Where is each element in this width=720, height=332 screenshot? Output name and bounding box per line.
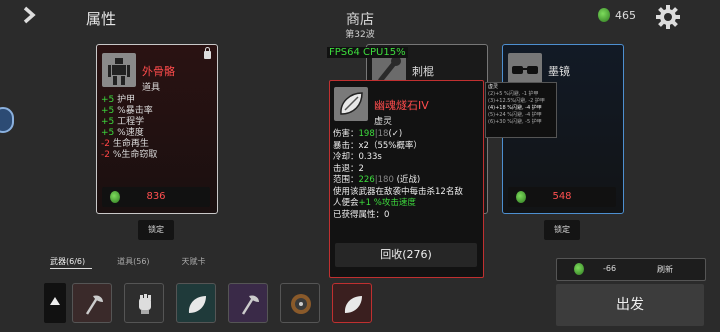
side-toggle-button[interactable]: [0, 107, 14, 133]
item-category: 道具: [142, 83, 161, 93]
weapon-slot-1[interactable]: [72, 283, 112, 323]
item-name: 刺棍: [412, 65, 434, 78]
item-name: 外骨骼: [142, 65, 175, 78]
weapon-slot-6[interactable]: [332, 283, 372, 323]
crit-line: 暴击：x2（55%概率）: [333, 140, 422, 151]
lock-button[interactable]: 锁定: [138, 220, 174, 240]
price: 836: [146, 191, 166, 202]
tab-weapons[interactable]: 武器(6/6): [50, 256, 85, 267]
depart-button[interactable]: 出发: [556, 284, 704, 326]
gauntlet-icon: [139, 294, 151, 314]
stat-line: +5 工程学: [101, 117, 145, 127]
gear-icon: [656, 5, 680, 29]
lock-icon: [204, 47, 211, 59]
weapon-slot-4[interactable]: [228, 283, 268, 323]
stat-line: -2 生命再生: [101, 139, 149, 149]
refresh-cost: -66: [603, 264, 617, 273]
price: 548: [552, 191, 572, 202]
description-line: 使用该武器在敌袭中每击杀12名敌: [333, 186, 463, 197]
tab-talents[interactable]: 天赋卡: [182, 256, 206, 267]
coin-icon: [574, 263, 584, 275]
stat-line: -2 %生命窃取: [101, 150, 158, 160]
axe-icon: [241, 295, 259, 315]
set-bonus-tooltip: 虚灵 (2)+5 %闪避, -1 护甲 (3)+12.5%闪避, -2 护甲 (…: [485, 82, 557, 138]
coin-icon: [598, 8, 610, 22]
recycle-button[interactable]: 回收(276): [335, 243, 477, 267]
shop-card-exoskeleton[interactable]: 外骨骼 道具 +5 护甲 +5 %暴击率 +5 工程学 +5 %速度 -2 生命…: [96, 44, 218, 214]
weapon-name: 幽魂燧石IV: [374, 99, 429, 112]
inventory-tabs: 武器(6/6) 道具(56) 天赋卡: [50, 256, 238, 267]
lock-button[interactable]: 锁定: [544, 220, 580, 240]
expand-button[interactable]: [44, 283, 66, 323]
chainsaw-icon: [291, 294, 311, 314]
money-value: 465: [615, 8, 636, 22]
tab-items[interactable]: 道具(56): [117, 256, 149, 267]
weapon-slot-5[interactable]: [280, 283, 320, 323]
damage-line: 伤害：198|18(✓): [333, 129, 403, 139]
triangle-up-icon: [50, 297, 60, 305]
settings-button[interactable]: [655, 4, 681, 30]
range-line: 范围：226|180 (近战): [333, 175, 421, 185]
weapon-slot-2[interactable]: [124, 283, 164, 323]
money-display: 465: [598, 8, 636, 22]
item-name: 墨镜: [548, 65, 570, 78]
axe-icon: [85, 295, 103, 315]
buy-button[interactable]: 548: [508, 187, 616, 207]
item-stats: +5 护甲 +5 %暴击率 +5 工程学 +5 %速度 -2 生命再生 -2 %…: [101, 95, 157, 161]
fps-counter: FPS64 CPU15%: [327, 47, 408, 58]
wave-label: 第32波: [345, 30, 375, 40]
weapon-tooltip: 幽魂燧石IV 虚灵 伤害：198|18(✓) 暴击：x2（55%概率） 冷却：0…: [329, 80, 484, 278]
refresh-button[interactable]: -66 刷新: [556, 258, 706, 281]
flint-icon: [188, 296, 206, 313]
flint-icon: [334, 87, 368, 121]
tab-underline: [50, 268, 92, 269]
cooldown-line: 冷却：0.33s: [333, 152, 382, 162]
exoskeleton-icon: [102, 53, 136, 87]
stat-line: +5 护甲: [101, 95, 136, 105]
weapon-slot-3[interactable]: [176, 283, 216, 323]
stat-line: +5 %速度: [101, 128, 144, 138]
flint-icon: [344, 296, 362, 313]
description-line: 人便会+1 %攻击速度: [333, 198, 416, 208]
buy-button[interactable]: 836: [102, 187, 210, 207]
refresh-label: 刷新: [657, 265, 673, 274]
weapon-stats: 伤害：198|18(✓) 暴击：x2（55%概率） 冷却：0.33s 击退：2 …: [333, 129, 463, 221]
stat-line: +5 %暴击率: [101, 106, 153, 116]
knockback-line: 击退：2: [333, 163, 364, 174]
obtained-line: 已获得属性：0: [333, 209, 390, 220]
weapon-category: 虚灵: [374, 117, 393, 127]
